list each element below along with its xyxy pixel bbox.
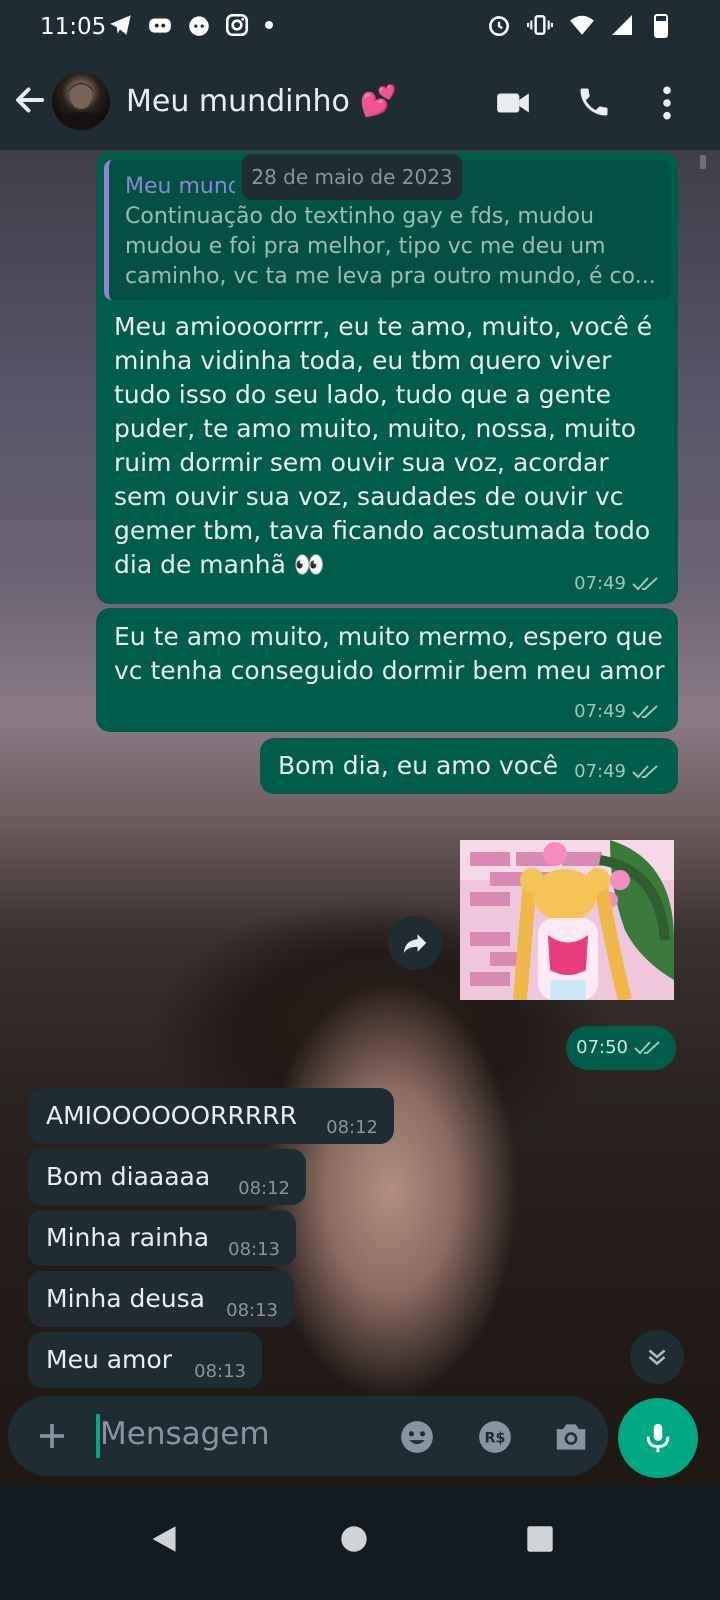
reddit-icon: [189, 16, 209, 36]
message-text: Meu amor: [46, 1345, 172, 1374]
message-composer: Mensagem R$: [8, 1396, 608, 1476]
quoted-sender: Meu mundinho: [125, 174, 235, 199]
message-bubble[interactable]: Minha deusa 08:13: [28, 1271, 294, 1327]
message-time: 07:49: [574, 701, 626, 722]
instagram-icon: [225, 13, 249, 37]
alarm-icon: [489, 16, 509, 37]
message-text: Minha rainha: [46, 1223, 210, 1252]
telegram-icon: [110, 15, 131, 35]
message-meta: 07:49: [574, 702, 662, 722]
message-meta: 07:50: [576, 1038, 664, 1058]
message-time: 07:49: [574, 573, 626, 594]
nav-recents-icon[interactable]: [526, 1524, 554, 1554]
discord-icon: [149, 18, 171, 33]
payment-icon[interactable]: R$: [476, 1418, 514, 1456]
message-time: 08:12: [238, 1178, 290, 1199]
double-check-icon: [632, 705, 658, 719]
double-check-icon: [634, 1041, 660, 1055]
camera-icon[interactable]: [552, 1418, 590, 1456]
message-bubble[interactable]: Meu amor 08:13: [28, 1332, 262, 1388]
message-time: 08:13: [226, 1300, 278, 1321]
message-meta: 08:13: [226, 1301, 278, 1321]
message-bubble[interactable]: Meu mundinho Continuação do textinho gay…: [96, 152, 678, 604]
message-meta: 08:13: [194, 1362, 246, 1382]
message-text: Minha deusa: [46, 1284, 205, 1313]
message-text: Meu amioooorrrr, eu te amo, muito, você …: [114, 312, 653, 579]
message-time: 08:13: [194, 1361, 246, 1382]
scrollbar[interactable]: [700, 155, 706, 169]
system-icons: [486, 12, 634, 38]
wifi-icon: [570, 15, 594, 35]
video-call-icon[interactable]: [494, 84, 532, 122]
double-check-icon: [632, 577, 658, 591]
image-time-chip: 07:50: [566, 1026, 676, 1070]
image-message[interactable]: [460, 840, 674, 1000]
message-time: 08:13: [228, 1239, 280, 1260]
chat-header: Meu mundinho 💕: [0, 58, 720, 150]
avatar[interactable]: [52, 72, 110, 130]
double-chevron-down-icon: [648, 1349, 666, 1366]
more-options-icon[interactable]: [656, 84, 678, 122]
message-text: Eu te amo muito, muito mermo, espero que…: [114, 622, 665, 685]
message-text: AMIOOOOOORRRRR: [46, 1101, 297, 1130]
message-bubble[interactable]: Minha rainha 08:13: [28, 1210, 296, 1266]
date-chip: 28 de maio de 2023: [242, 154, 462, 200]
system-nav-bar: [0, 1486, 720, 1600]
message-meta: 07:49: [574, 762, 662, 782]
svg-text:R$: R$: [485, 1431, 506, 1447]
message-time: 07:49: [574, 761, 626, 782]
nav-back-icon[interactable]: [150, 1524, 178, 1554]
quoted-text: Continuação do textinho gay e fds, mudou…: [125, 204, 656, 289]
double-check-icon: [632, 765, 658, 779]
notification-icons: [108, 12, 276, 38]
message-meta: 08:12: [326, 1118, 378, 1138]
message-meta: 08:12: [238, 1179, 290, 1199]
status-time: 11:05: [40, 14, 107, 40]
battery-icon: [654, 14, 668, 38]
mic-button[interactable]: [618, 1398, 698, 1478]
arrow-left-icon[interactable]: [12, 82, 48, 118]
vibrate-icon: [527, 15, 553, 35]
message-input[interactable]: Mensagem: [100, 1416, 270, 1452]
message-bubble[interactable]: AMIOOOOOORRRRR 08:12: [28, 1088, 394, 1144]
nav-home-icon[interactable]: [340, 1524, 368, 1554]
message-time: 08:12: [326, 1117, 378, 1138]
message-text: Bom diaaaaa: [46, 1162, 211, 1191]
emoji-icon[interactable]: [398, 1418, 436, 1456]
plus-icon[interactable]: [34, 1418, 70, 1454]
message-meta: 07:49: [574, 574, 662, 594]
forward-button[interactable]: [388, 916, 442, 970]
chat-area[interactable]: Meu mundinho Continuação do textinho gay…: [0, 150, 720, 1500]
message-bubble[interactable]: Eu te amo muito, muito mermo, espero que…: [96, 608, 678, 732]
scroll-to-bottom-button[interactable]: [630, 1330, 684, 1384]
phone-call-icon[interactable]: [576, 84, 612, 120]
forward-icon: [403, 934, 427, 953]
microphone-icon: [646, 1423, 670, 1453]
message-bubble[interactable]: Bom dia, eu amo você 07:49: [260, 738, 678, 794]
message-text: Bom dia, eu amo você: [278, 751, 559, 780]
status-bar: 11:05: [0, 0, 720, 58]
message-bubble[interactable]: Bom diaaaaa 08:12: [28, 1149, 306, 1205]
message-time: 07:50: [576, 1037, 628, 1058]
contact-name[interactable]: Meu mundinho 💕: [126, 84, 397, 119]
dot-icon: [265, 21, 273, 29]
signal-icon: [612, 15, 632, 35]
message-meta: 08:13: [228, 1240, 280, 1260]
